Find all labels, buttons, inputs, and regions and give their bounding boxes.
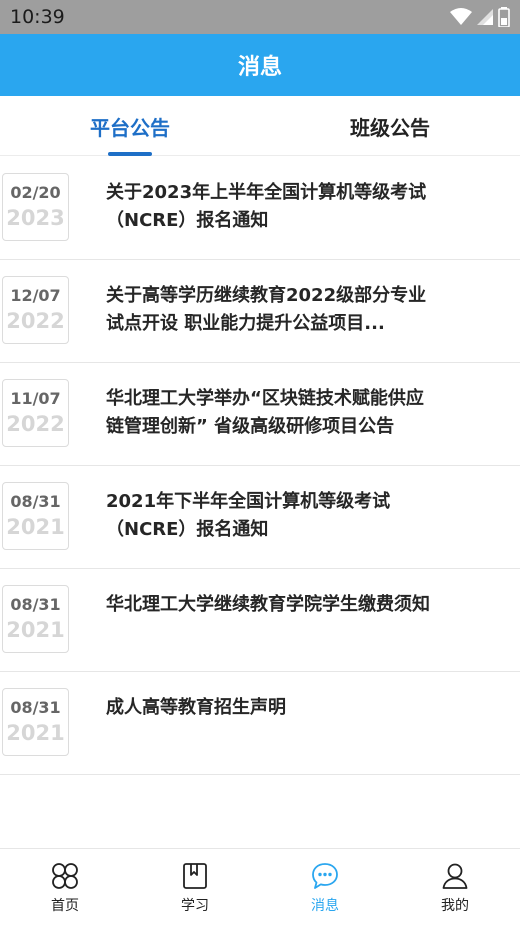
notice-title: 关于2023年上半年全国计算机等级考试（NCRE）报名通知	[106, 182, 427, 231]
date-month-day: 08/31	[10, 492, 61, 511]
list-item[interactable]: 12/07 2022 关于高等学历继续教育2022级部分专业试点开设 职业能力提…	[0, 260, 520, 363]
list-item[interactable]: 08/31 2021 华北理工大学继续教育学院学生缴费须知	[0, 569, 520, 672]
page-title: 消息	[237, 55, 282, 80]
list-item[interactable]: 11/07 2022 华北理工大学举办“区块链技术赋能供应链管理创新” 省级高级…	[0, 363, 520, 466]
date-year: 2021	[6, 515, 65, 539]
date-badge: 02/20 2023	[2, 173, 69, 241]
tab-label: 班级公告	[350, 115, 430, 140]
tab-platform-notices[interactable]: 平台公告	[0, 96, 260, 156]
list-item[interactable]: 02/20 2023 关于2023年上半年全国计算机等级考试（NCRE）报名通知	[0, 157, 520, 260]
status-bar: 10:39	[0, 0, 520, 34]
notice-title: 成人高等教育招生声明	[106, 697, 286, 718]
nav-label: 消息	[311, 898, 339, 914]
date-badge: 08/31 2021	[2, 585, 69, 653]
tab-class-notices[interactable]: 班级公告	[260, 96, 520, 156]
date-badge: 11/07 2022	[2, 379, 69, 447]
notice-list: 02/20 2023 关于2023年上半年全国计算机等级考试（NCRE）报名通知…	[0, 157, 520, 775]
nav-item-home[interactable]: 首页	[0, 849, 130, 926]
nav-label: 学习	[181, 898, 209, 914]
cell-signal-icon	[477, 9, 493, 25]
list-item[interactable]: 08/31 2021 2021年下半年全国计算机等级考试（NCRE）报名通知	[0, 466, 520, 569]
date-month-day: 08/31	[10, 595, 61, 614]
nav-item-study[interactable]: 学习	[130, 849, 260, 926]
list-item[interactable]: 08/31 2021 成人高等教育招生声明	[0, 672, 520, 775]
status-icons	[450, 7, 510, 27]
notice-title: 华北理工大学继续教育学院学生缴费须知	[106, 594, 430, 615]
notice-title: 关于高等学历继续教育2022级部分专业试点开设 职业能力提升公益项目...	[106, 285, 427, 334]
status-time: 10:39	[10, 6, 65, 28]
notice-title: 2021年下半年全国计算机等级考试（NCRE）报名通知	[106, 491, 391, 540]
notice-title: 华北理工大学举办“区块链技术赋能供应链管理创新” 省级高级研修项目公告	[106, 388, 424, 437]
date-year: 2021	[6, 618, 65, 642]
nav-label: 首页	[51, 898, 79, 914]
chat-bubble-icon	[312, 863, 338, 889]
bottom-nav: 首页 学习 消息 我的	[0, 848, 520, 926]
date-badge: 12/07 2022	[2, 276, 69, 344]
nav-item-messages[interactable]: 消息	[260, 849, 390, 926]
tab-label: 平台公告	[90, 115, 170, 140]
date-year: 2022	[6, 309, 65, 333]
person-icon	[442, 863, 468, 889]
book-icon	[183, 863, 207, 889]
date-month-day: 02/20	[10, 183, 61, 202]
date-year: 2023	[6, 206, 65, 230]
nav-label: 我的	[441, 898, 469, 914]
date-badge: 08/31 2021	[2, 482, 69, 550]
notice-tabs: 平台公告 班级公告	[0, 96, 520, 156]
nav-item-profile[interactable]: 我的	[390, 849, 520, 926]
date-month-day: 08/31	[10, 698, 61, 717]
wifi-icon	[450, 8, 472, 25]
date-year: 2021	[6, 721, 65, 745]
date-month-day: 12/07	[10, 286, 61, 305]
app-bar: 消息	[0, 34, 520, 96]
date-badge: 08/31 2021	[2, 688, 69, 756]
home-grid-icon	[52, 863, 78, 889]
battery-icon	[498, 7, 510, 27]
tab-active-indicator	[108, 152, 152, 156]
date-month-day: 11/07	[10, 389, 61, 408]
date-year: 2022	[6, 412, 65, 436]
